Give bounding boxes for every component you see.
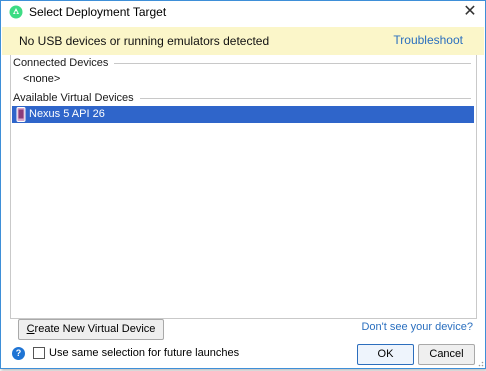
phone-icon: [16, 107, 26, 122]
ok-button[interactable]: OK: [357, 344, 414, 365]
connected-devices-header: Connected Devices: [13, 57, 471, 69]
window-title: Select Deployment Target: [29, 5, 167, 19]
available-devices-header: Available Virtual Devices: [13, 92, 471, 104]
device-item-nexus-5-api-26[interactable]: Nexus 5 API 26: [12, 106, 474, 123]
create-new-virtual-device-button[interactable]: Create New Virtual Device: [18, 319, 164, 340]
available-devices-label: Available Virtual Devices: [13, 92, 134, 104]
dialog-window: Select Deployment Target ✕ No USB device…: [0, 0, 486, 369]
section-divider: [114, 63, 471, 64]
device-list: Connected Devices <none> Available Virtu…: [10, 55, 477, 319]
connected-devices-label: Connected Devices: [13, 57, 109, 69]
android-studio-icon: [9, 5, 23, 19]
no-devices-banner: No USB devices or running emulators dete…: [2, 27, 484, 55]
create-button-label: reate New Virtual Device: [34, 323, 156, 335]
title-bar[interactable]: Select Deployment Target ✕: [1, 1, 485, 24]
help-icon[interactable]: ?: [12, 347, 25, 360]
create-button-mnemonic: C: [26, 323, 35, 335]
cancel-button[interactable]: Cancel: [418, 344, 475, 365]
no-connected-device-item: <none>: [23, 73, 61, 85]
same-selection-checkbox-label[interactable]: Use same selection for future launches: [49, 347, 239, 359]
resize-grip-icon[interactable]: [476, 359, 484, 367]
device-label: Nexus 5 API 26: [29, 108, 105, 120]
banner-message: No USB devices or running emulators dete…: [19, 34, 270, 48]
dont-see-device-link[interactable]: Don't see your device?: [361, 321, 473, 333]
section-divider: [139, 98, 471, 99]
troubleshoot-link[interactable]: Troubleshoot: [393, 33, 463, 47]
close-icon[interactable]: ✕: [461, 3, 479, 21]
same-selection-checkbox[interactable]: [33, 347, 45, 359]
